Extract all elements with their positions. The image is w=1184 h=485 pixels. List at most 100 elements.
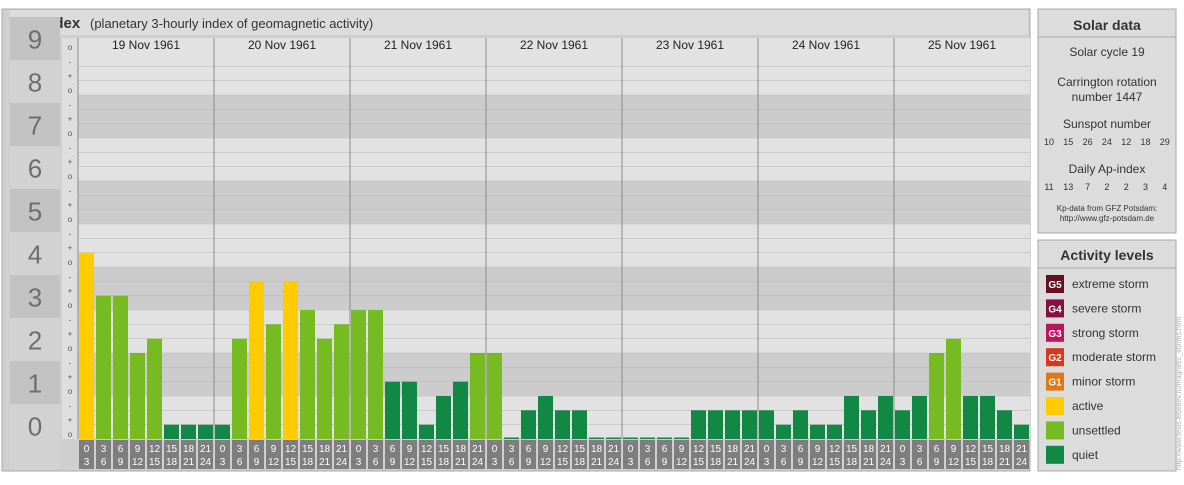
kp-bar bbox=[606, 437, 621, 439]
y-tick-label: 2 bbox=[28, 326, 42, 356]
interval-start-label: 18 bbox=[183, 444, 195, 455]
interval-start-label: 6 bbox=[526, 444, 532, 455]
interval-start-label: 12 bbox=[421, 444, 433, 455]
legend-swatch bbox=[1046, 397, 1064, 415]
y-tick-label: 3 bbox=[28, 283, 42, 313]
y-minor-tick-label: + bbox=[68, 201, 73, 210]
interval-end-label: 3 bbox=[492, 457, 498, 468]
kp-bar bbox=[844, 396, 859, 439]
interval-start-label: 21 bbox=[336, 444, 348, 455]
kp-chart: Kp-index(planetary 3-hourly index of geo… bbox=[1, 8, 1183, 472]
interval-start-label: 9 bbox=[407, 444, 413, 455]
sunspot-value: 10 bbox=[1044, 137, 1054, 147]
kp-bar bbox=[895, 410, 910, 439]
interval-start-label: 0 bbox=[764, 444, 770, 455]
interval-end-label: 9 bbox=[934, 457, 940, 468]
interval-start-label: 3 bbox=[237, 444, 243, 455]
carrington-line-2: number 1447 bbox=[1072, 90, 1143, 104]
legend-swatch bbox=[1046, 445, 1064, 464]
interval-start-label: 21 bbox=[200, 444, 212, 455]
legend-badge: G3 bbox=[1048, 329, 1062, 340]
interval-end-label: 21 bbox=[455, 457, 467, 468]
interval-start-label: 15 bbox=[438, 444, 450, 455]
kp-bar bbox=[878, 396, 893, 439]
interval-end-label: 3 bbox=[356, 457, 362, 468]
interval-start-label: 0 bbox=[84, 444, 90, 455]
y-tick-label: 1 bbox=[28, 369, 42, 399]
kp-bar bbox=[266, 324, 281, 439]
kp-bar bbox=[436, 396, 451, 439]
y-minor-tick-label: o bbox=[68, 86, 73, 95]
interval-end-label: 21 bbox=[727, 457, 739, 468]
kp-bar bbox=[810, 424, 825, 439]
activity-title: Activity levels bbox=[1060, 247, 1154, 263]
kp-bar bbox=[215, 424, 230, 439]
interval-start-label: 3 bbox=[645, 444, 651, 455]
kp-bar bbox=[487, 353, 502, 439]
interval-end-label: 21 bbox=[863, 457, 875, 468]
interval-start-label: 12 bbox=[829, 444, 841, 455]
kp-bar bbox=[776, 424, 791, 439]
kp-bar bbox=[725, 410, 740, 439]
interval-end-label: 9 bbox=[390, 457, 396, 468]
interval-end-label: 6 bbox=[645, 457, 651, 468]
y-minor-tick-label: o bbox=[68, 215, 73, 224]
interval-start-label: 12 bbox=[285, 444, 297, 455]
kp-bar bbox=[538, 396, 553, 439]
legend-badge: G1 bbox=[1048, 378, 1062, 389]
kp-index-figure: Kp-index(planetary 3-hourly index of geo… bbox=[0, 0, 1184, 480]
kp-bar bbox=[147, 338, 162, 439]
chart-subtitle: (planetary 3-hourly index of geomagnetic… bbox=[90, 16, 373, 31]
ap-label: Daily Ap-index bbox=[1069, 162, 1146, 176]
kp-band bbox=[78, 52, 1030, 95]
interval-end-label: 9 bbox=[118, 457, 124, 468]
interval-start-label: 15 bbox=[982, 444, 994, 455]
interval-start-label: 6 bbox=[254, 444, 260, 455]
interval-end-label: 12 bbox=[676, 457, 688, 468]
interval-end-label: 12 bbox=[812, 457, 824, 468]
kp-bar bbox=[929, 353, 944, 439]
interval-end-label: 15 bbox=[829, 457, 841, 468]
kp-bar bbox=[79, 252, 94, 439]
interval-start-label: 3 bbox=[781, 444, 787, 455]
kp-band bbox=[78, 353, 1030, 396]
sunspot-value: 24 bbox=[1102, 137, 1112, 147]
sunspot-value: 29 bbox=[1160, 137, 1170, 147]
kp-bar bbox=[351, 310, 366, 439]
ap-value: 11 bbox=[1044, 182, 1053, 192]
kp-band bbox=[78, 181, 1030, 224]
kp-bar bbox=[742, 410, 757, 439]
y-minor-tick-label: o bbox=[68, 344, 73, 353]
interval-end-label: 6 bbox=[373, 457, 379, 468]
kp-bar bbox=[402, 381, 417, 439]
legend-label: minor storm bbox=[1072, 375, 1135, 389]
kp-bar bbox=[912, 396, 927, 439]
legend-label: quiet bbox=[1072, 448, 1099, 462]
kp-bar bbox=[198, 424, 213, 439]
y-tick-label: 8 bbox=[28, 68, 42, 98]
interval-start-label: 0 bbox=[492, 444, 498, 455]
kp-band bbox=[78, 138, 1030, 181]
y-minor-tick-label: + bbox=[68, 158, 73, 167]
interval-start-label: 3 bbox=[373, 444, 379, 455]
kp-bar bbox=[963, 396, 978, 439]
interval-end-label: 24 bbox=[608, 457, 620, 468]
interval-end-label: 6 bbox=[917, 457, 923, 468]
interval-start-label: 18 bbox=[863, 444, 875, 455]
interval-start-label: 12 bbox=[693, 444, 705, 455]
legend-badge: G2 bbox=[1048, 353, 1062, 364]
interval-start-label: 18 bbox=[727, 444, 739, 455]
kp-bar bbox=[300, 310, 315, 439]
kp-bar bbox=[96, 295, 111, 439]
kp-bar bbox=[368, 310, 383, 439]
kp-bar bbox=[232, 338, 247, 439]
y-minor-tick-label: - bbox=[69, 272, 72, 281]
kp-bar bbox=[385, 381, 400, 439]
interval-end-label: 6 bbox=[237, 457, 243, 468]
interval-end-label: 15 bbox=[149, 457, 161, 468]
interval-end-label: 12 bbox=[132, 457, 144, 468]
day-label: 21 Nov 1961 bbox=[384, 38, 452, 52]
y-minor-tick-label: - bbox=[69, 100, 72, 109]
interval-end-label: 3 bbox=[900, 457, 906, 468]
watermark-url: http://www.tesis.lebedev.ru/magnetic_sto… bbox=[1176, 316, 1183, 470]
